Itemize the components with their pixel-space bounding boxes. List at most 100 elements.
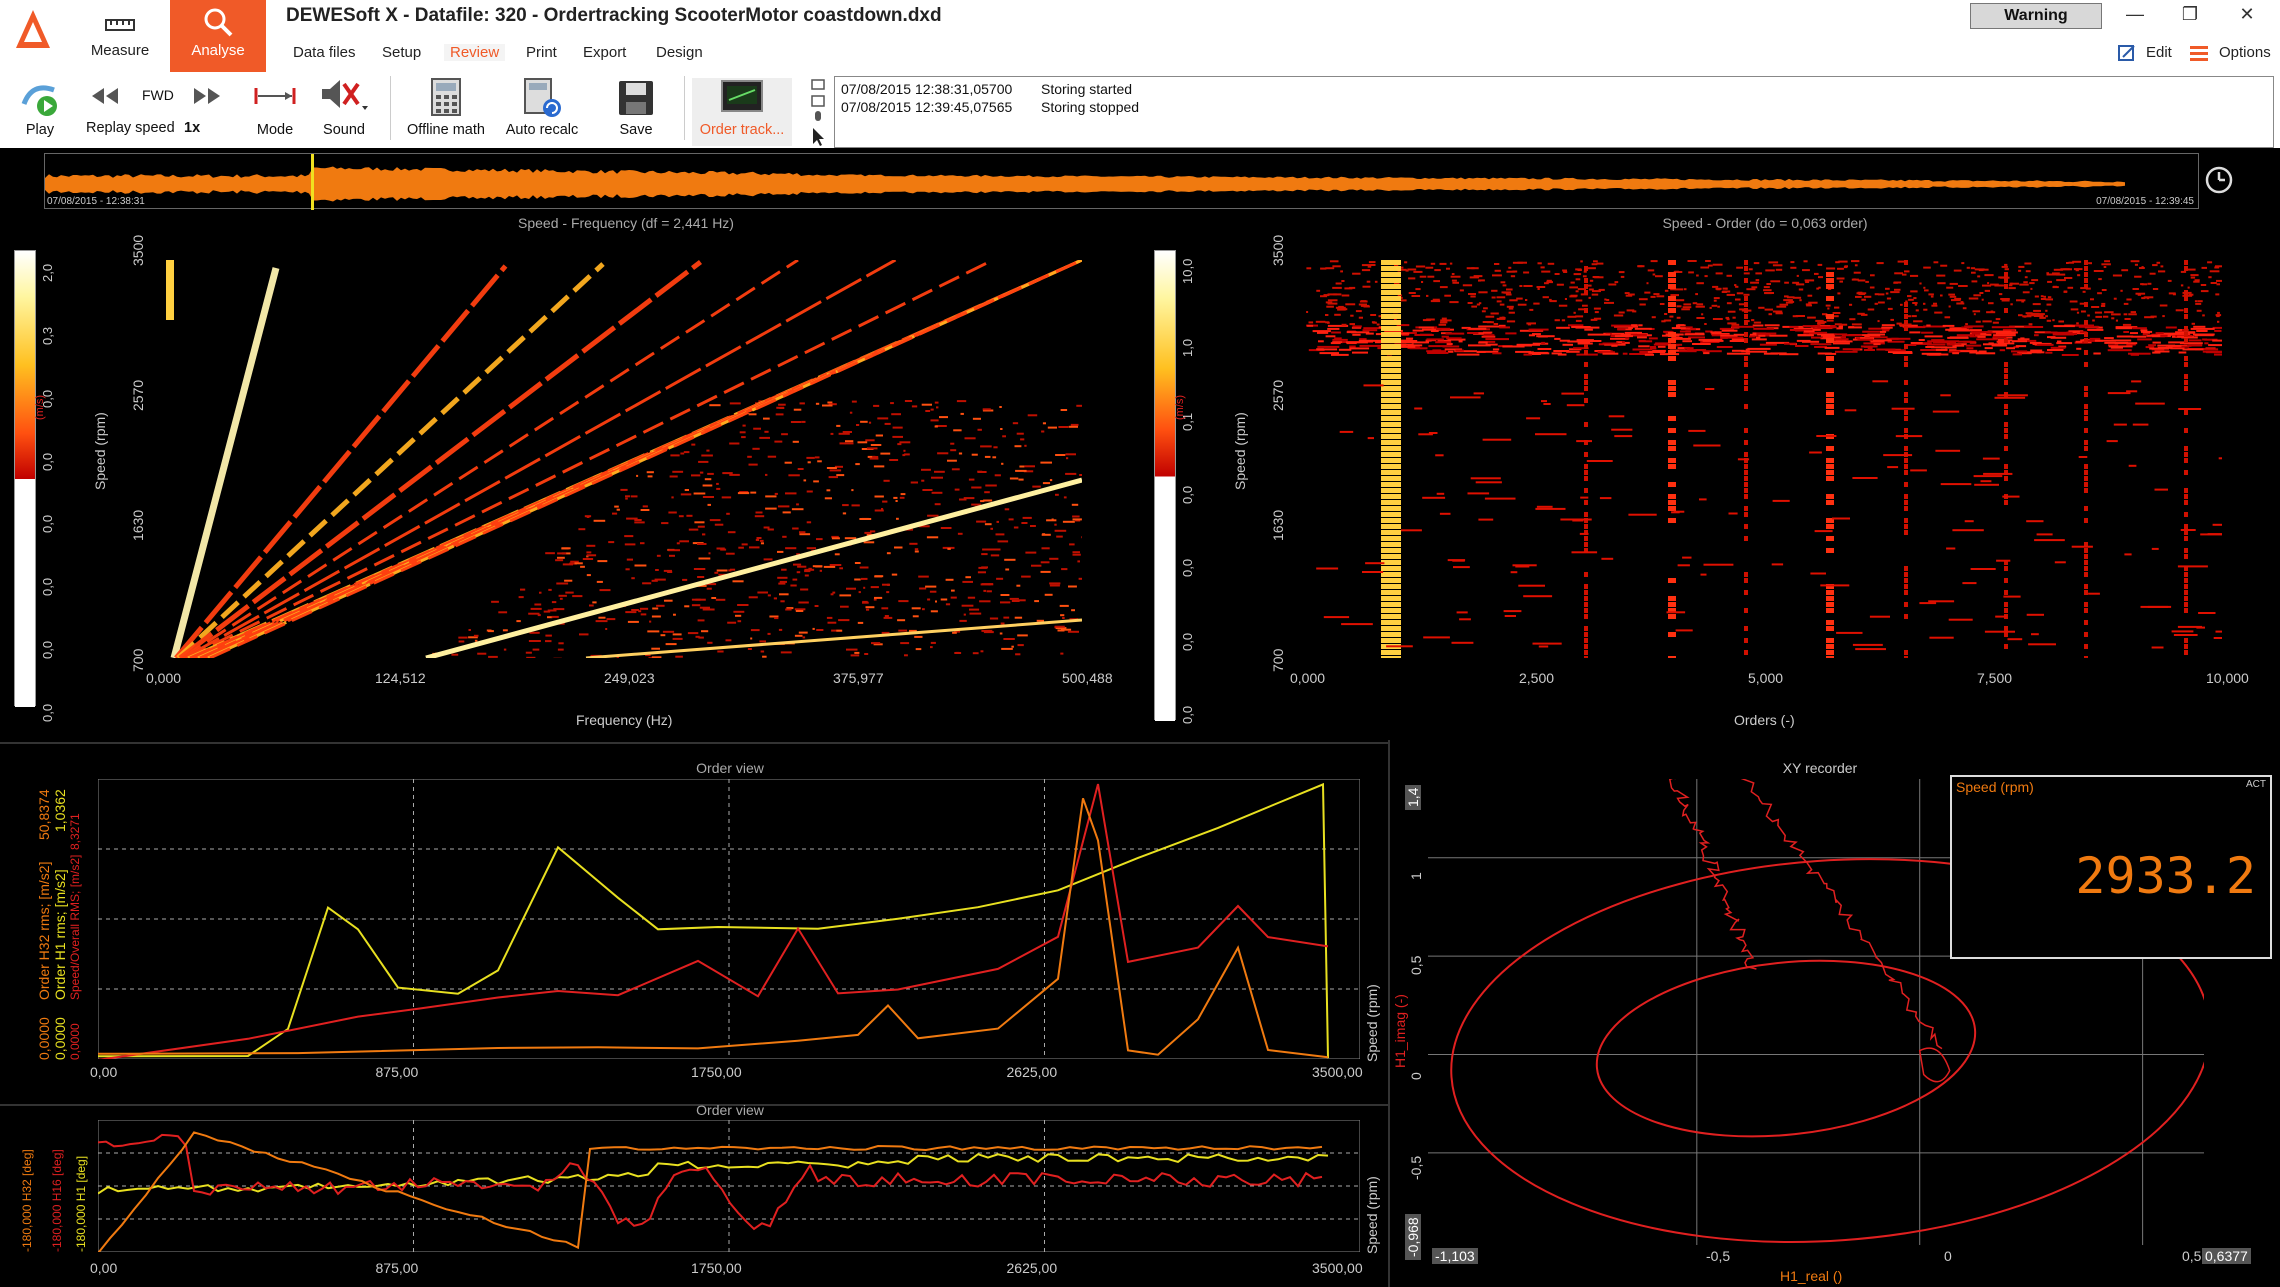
- menu-edit[interactable]: Edit: [2146, 44, 2172, 61]
- tab-measure[interactable]: Measure: [72, 0, 168, 72]
- noise-pixel: [735, 614, 742, 617]
- order-line: [1826, 536, 1834, 541]
- menu-review[interactable]: Review: [444, 44, 506, 61]
- noise-pixel: [934, 401, 939, 404]
- order-speckle: [1536, 286, 1546, 288]
- noise-pixel: [578, 528, 586, 531]
- order-speckle: [1851, 278, 1859, 281]
- noise-pixel: [1062, 617, 1065, 619]
- order-dash: [1973, 475, 2003, 478]
- order-dash: [1677, 564, 1690, 567]
- noise-pixel: [806, 456, 815, 459]
- order-dash: [1436, 492, 1445, 495]
- order-spectrogram[interactable]: [1306, 260, 2222, 658]
- offline-math-button[interactable]: Offline math: [407, 78, 485, 148]
- order-speckle: [1306, 311, 1309, 313]
- noise-pixel: [831, 537, 840, 540]
- freq-xlabel: Frequency (Hz): [576, 712, 673, 728]
- order-line: [2004, 410, 2008, 415]
- noise-pixel: [706, 587, 712, 590]
- order-colorbar[interactable]: [1154, 250, 1176, 721]
- noise-pixel: [774, 617, 779, 620]
- order-dash: [1543, 403, 1551, 405]
- order-line: [1744, 266, 1748, 271]
- menu-data-files[interactable]: Data files: [293, 44, 356, 61]
- noise-pixel: [707, 503, 711, 506]
- order-band: [2114, 342, 2138, 345]
- sound-button[interactable]: Sound: [320, 78, 368, 148]
- noise-pixel: [1017, 634, 1028, 637]
- order-speckle: [1907, 323, 1912, 326]
- order-speckle: [1907, 295, 1912, 298]
- event-row[interactable]: 07/08/2015 12:38:31,05700 Storing started: [841, 80, 2267, 98]
- auto-recalc-button[interactable]: Auto recalc: [506, 78, 578, 148]
- play-button[interactable]: Play: [20, 78, 60, 148]
- order-speckle: [2208, 276, 2212, 279]
- order-band: [1428, 345, 1452, 348]
- menu-options[interactable]: Options: [2219, 44, 2271, 61]
- order-view-1-plot[interactable]: [98, 779, 1360, 1059]
- order-band: [1759, 343, 1777, 346]
- order-speckle: [1727, 310, 1736, 313]
- noise-pixel: [964, 437, 976, 440]
- speed-digital-meter[interactable]: Speed (rpm) ACT 2933.2: [1950, 775, 2272, 959]
- order-line: [1381, 296, 1401, 301]
- replay-speed-control[interactable]: FWD Replay speed 1x: [86, 78, 220, 148]
- noise-pixel: [890, 402, 894, 405]
- rewind-icon[interactable]: [90, 86, 120, 106]
- order-speckle: [1958, 285, 1968, 287]
- tab-analyse[interactable]: Analyse: [170, 0, 266, 72]
- menu-setup[interactable]: Setup: [382, 44, 421, 61]
- maximize-icon[interactable]: ❐: [2175, 4, 2205, 25]
- order-dash: [1341, 623, 1373, 626]
- noise-pixel: [871, 642, 881, 645]
- order-line: [1381, 356, 1401, 361]
- save-button[interactable]: Save: [616, 78, 656, 148]
- order-view-2-plot[interactable]: [98, 1120, 1360, 1252]
- order-band: [2052, 348, 2060, 351]
- close-icon[interactable]: ✕: [2232, 4, 2262, 25]
- noise-pixel: [642, 505, 648, 508]
- freq-spectrogram[interactable]: [166, 260, 1082, 658]
- order-tracking-button[interactable]: Order track...: [692, 78, 792, 146]
- order-speckle: [1923, 266, 1931, 269]
- noise-pixel: [468, 629, 471, 631]
- order-speckle: [1625, 294, 1633, 297]
- fast-forward-icon[interactable]: [192, 86, 222, 106]
- overview-timeline[interactable]: 07/08/2015 - 12:38:31 07/08/2015 - 12:39…: [44, 153, 2199, 210]
- order-speckle: [2076, 322, 2079, 325]
- order-speckle: [1316, 289, 1321, 292]
- order-x-tick: 10,000: [2206, 670, 2249, 686]
- order-band: [2055, 331, 2073, 334]
- menu-print[interactable]: Print: [526, 44, 557, 61]
- order-dash: [2078, 456, 2088, 458]
- xy-x-tick: 0: [1944, 1248, 1952, 1264]
- order-line: [2184, 608, 2188, 613]
- warning-button[interactable]: Warning: [1970, 3, 2102, 29]
- menu-design[interactable]: Design: [656, 44, 703, 61]
- order-speckle: [2022, 315, 2032, 318]
- noise-pixel: [897, 619, 906, 622]
- menu-export[interactable]: Export: [583, 44, 626, 61]
- order-line: [1668, 494, 1676, 499]
- order-speckle: [2207, 261, 2213, 264]
- order-line: [1381, 440, 1401, 445]
- noise-pixel: [636, 474, 639, 477]
- order-dash: [1940, 394, 1951, 397]
- freq-colorbar[interactable]: [14, 250, 36, 707]
- order-line: [2004, 434, 2008, 439]
- order-band: [1977, 335, 1986, 338]
- tab-measure-label: Measure: [90, 42, 150, 59]
- sound-label: Sound: [323, 122, 365, 138]
- noise-pixel: [904, 654, 908, 657]
- order-speckle: [1763, 289, 1772, 292]
- noise-pixel: [940, 598, 948, 601]
- noise-pixel: [1015, 469, 1027, 472]
- event-row[interactable]: 07/08/2015 12:39:45,07565 Storing stopped: [841, 98, 2267, 116]
- order-band: [1426, 350, 1447, 353]
- minimize-icon[interactable]: —: [2120, 4, 2150, 25]
- order-line: [1584, 470, 1588, 475]
- clock-icon[interactable]: [2204, 165, 2234, 195]
- order-speckle: [1523, 271, 1530, 274]
- order-line: [1668, 458, 1676, 463]
